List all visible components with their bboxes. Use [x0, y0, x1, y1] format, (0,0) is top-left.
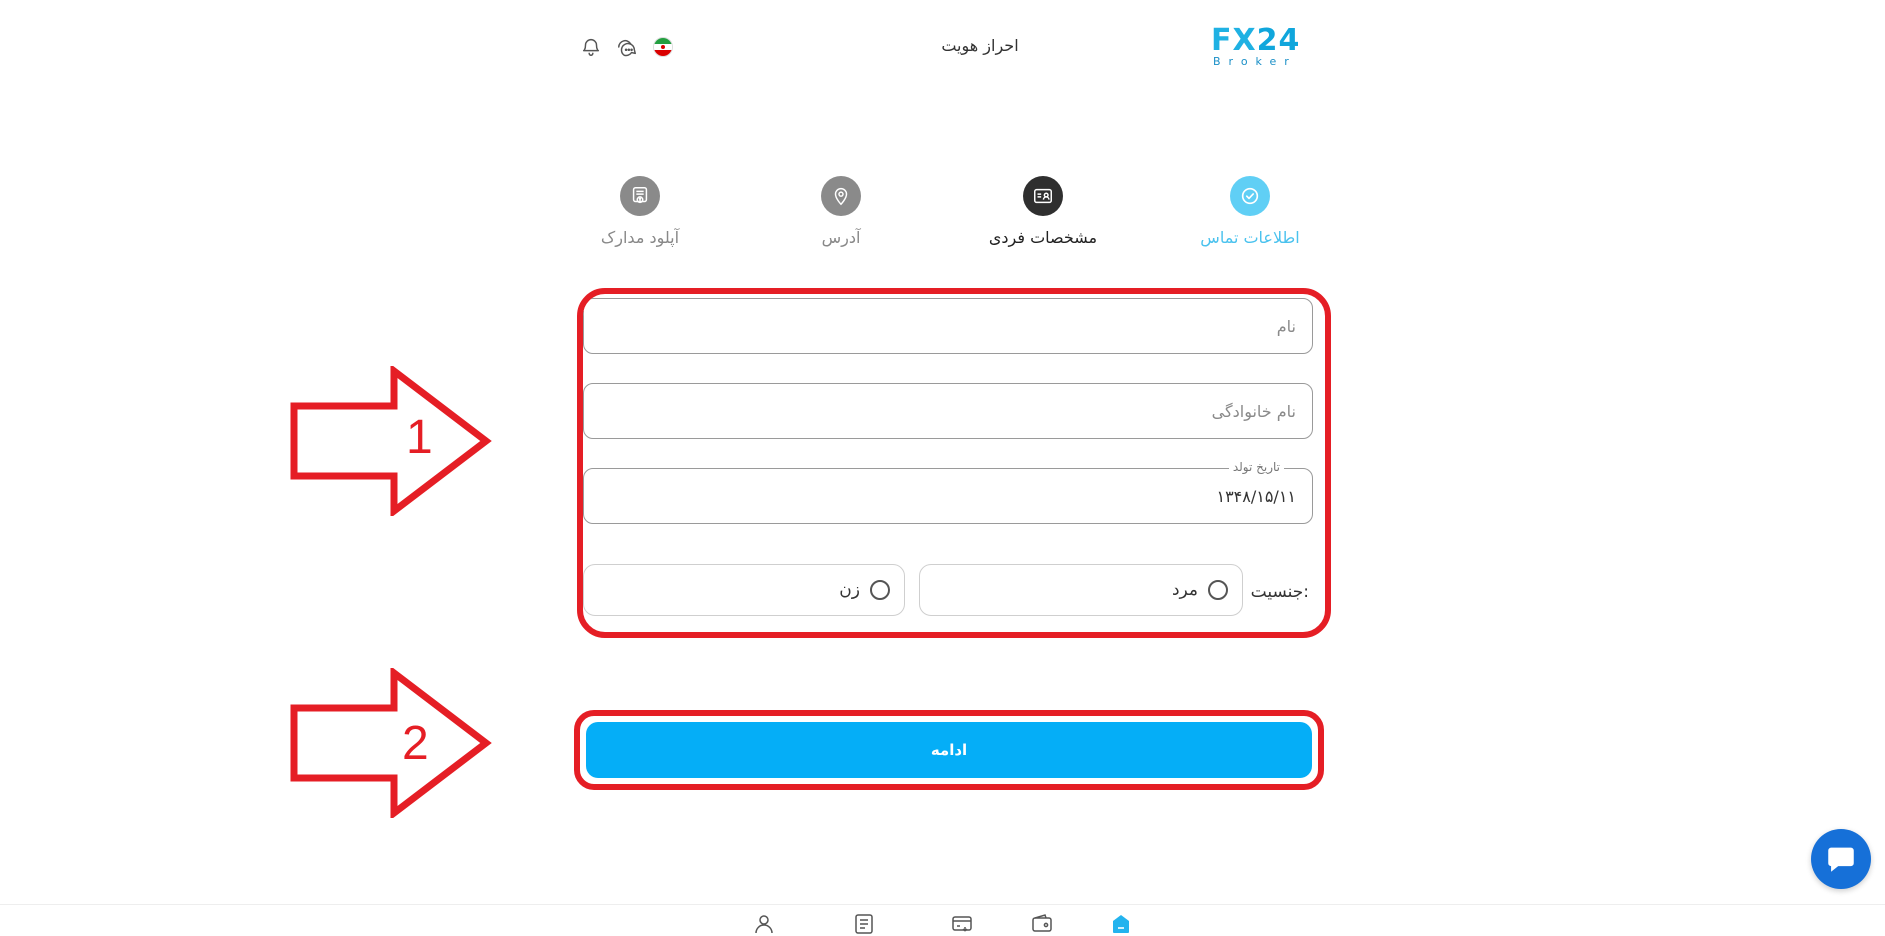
- birth-date-field: تاریخ تولد: [583, 460, 1313, 524]
- gender-label: جنسیت:: [1250, 582, 1309, 602]
- first-name-field: [583, 298, 1313, 354]
- user-icon[interactable]: [752, 912, 776, 936]
- check-icon: [1230, 176, 1270, 216]
- annotation-number: 2: [402, 717, 429, 770]
- brand-logo[interactable]: FX24 Broker: [1211, 23, 1309, 68]
- step-contact-info[interactable]: اطلاعات تماس: [1170, 176, 1330, 247]
- home-icon[interactable]: [1109, 912, 1133, 936]
- birth-date-input[interactable]: [584, 469, 1312, 523]
- list-icon[interactable]: [852, 912, 876, 936]
- bell-icon[interactable]: [580, 36, 602, 58]
- gender-option-male[interactable]: مرد: [919, 564, 1243, 616]
- wallet-icon[interactable]: [1030, 912, 1054, 936]
- logo-sub: Broker: [1213, 55, 1297, 68]
- step-label: اطلاعات تماس: [1200, 228, 1300, 247]
- birth-date-label: تاریخ تولد: [1228, 460, 1284, 474]
- step-label: مشخصات فردی: [988, 228, 1098, 247]
- step-personal-info[interactable]: مشخصات فردی: [963, 176, 1123, 247]
- header-icons: [580, 36, 674, 58]
- gender-option-label: مرد: [1171, 580, 1198, 600]
- logo-fx: FX: [1211, 23, 1257, 58]
- gender-option-female[interactable]: زن: [583, 564, 905, 616]
- annotation-arrow-1: 1: [290, 363, 492, 519]
- personal-info-form: تاریخ تولد جنسیت: مرد زن: [577, 288, 1331, 638]
- bottom-navigation: [0, 904, 1885, 936]
- first-name-input[interactable]: [584, 299, 1312, 353]
- last-name-field: [583, 383, 1313, 439]
- annotation-number: 1: [406, 411, 433, 464]
- gender-option-label: زن: [839, 580, 860, 600]
- continue-button[interactable]: ادامه: [586, 722, 1312, 778]
- chat-icon[interactable]: [616, 36, 638, 58]
- page-title: احراز هویت: [941, 36, 1019, 55]
- step-label: آپلود مدارک: [600, 228, 680, 247]
- document-upload-icon: [620, 176, 660, 216]
- step-upload-documents[interactable]: آپلود مدارک: [560, 176, 720, 247]
- id-card-icon: [1023, 176, 1063, 216]
- step-address[interactable]: آدرس: [761, 176, 921, 247]
- step-label: آدرس: [821, 228, 861, 247]
- support-chat-button[interactable]: [1811, 829, 1871, 889]
- logo-24: 24: [1256, 23, 1301, 58]
- continue-highlight: ادامه: [574, 710, 1324, 790]
- location-pin-icon: [821, 176, 861, 216]
- iran-flag-icon[interactable]: [652, 36, 674, 58]
- card-transfer-icon[interactable]: [950, 912, 974, 936]
- last-name-input[interactable]: [584, 384, 1312, 438]
- radio-button[interactable]: [1208, 580, 1228, 600]
- radio-button[interactable]: [870, 580, 890, 600]
- progress-stepper: اطلاعات تماس مشخصات فردی آدرس آپلود مدار…: [580, 176, 1310, 256]
- chat-bubble-icon: [1828, 847, 1854, 872]
- annotation-arrow-2: 2: [290, 665, 492, 821]
